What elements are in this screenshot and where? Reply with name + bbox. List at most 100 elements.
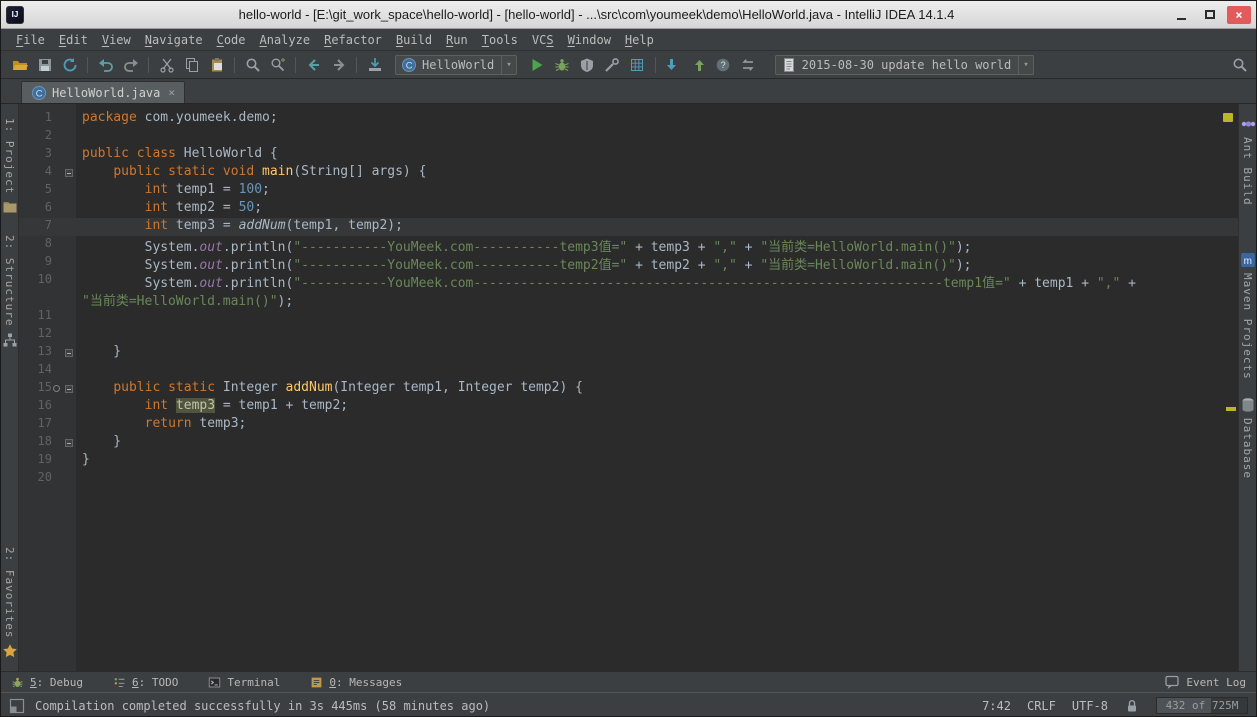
- code-line[interactable]: 2: [19, 128, 1238, 146]
- gutter-mark-column[interactable]: [52, 470, 63, 488]
- highlighting-level-icon[interactable]: [1124, 698, 1140, 714]
- line-number[interactable]: [19, 290, 52, 308]
- code-line[interactable]: 9 System.out.println("-----------YouMeek…: [19, 254, 1238, 272]
- fold-column[interactable]: [63, 254, 76, 272]
- coverage-data-button[interactable]: [625, 54, 650, 76]
- line-number[interactable]: 4: [19, 164, 52, 182]
- memory-indicator[interactable]: 432 of 725M: [1156, 697, 1248, 714]
- fold-column[interactable]: [63, 218, 76, 236]
- sidebar-item-maven-projects[interactable]: mMaven Projects: [1240, 252, 1256, 380]
- code-line[interactable]: 11: [19, 308, 1238, 326]
- line-number[interactable]: 17: [19, 416, 52, 434]
- editor[interactable]: 1package com.youmeek.demo;23public class…: [19, 104, 1238, 671]
- gutter-mark-column[interactable]: [52, 416, 63, 434]
- fold-column[interactable]: [63, 470, 76, 488]
- inspection-indicator-icon[interactable]: [1223, 113, 1233, 122]
- event-log-button[interactable]: Event Log: [1164, 674, 1246, 690]
- gutter-mark-column[interactable]: [52, 326, 63, 344]
- menu-vcs[interactable]: VCS: [525, 31, 561, 49]
- menu-build[interactable]: Build: [389, 31, 439, 49]
- code-line[interactable]: 4 public static void main(String[] args)…: [19, 164, 1238, 182]
- fold-column[interactable]: [63, 416, 76, 434]
- menu-refactor[interactable]: Refactor: [317, 31, 389, 49]
- line-number[interactable]: 2: [19, 128, 52, 146]
- cut-button[interactable]: [154, 54, 179, 76]
- line-number[interactable]: 14: [19, 362, 52, 380]
- vcs-message-widget[interactable]: 2015-08-30 update hello world▾: [775, 55, 1034, 75]
- line-number[interactable]: 16: [19, 398, 52, 416]
- gutter-mark-column[interactable]: [52, 434, 63, 452]
- error-stripe-mark[interactable]: [1226, 407, 1236, 411]
- menu-analyze[interactable]: Analyze: [253, 31, 318, 49]
- coverage-button[interactable]: [575, 54, 600, 76]
- fold-column[interactable]: [63, 164, 76, 182]
- code-line[interactable]: 7 int temp3 = addNum(temp1, temp2);: [19, 218, 1238, 236]
- gutter-mark-column[interactable]: [52, 236, 63, 254]
- fold-column[interactable]: [63, 326, 76, 344]
- code-line[interactable]: 20: [19, 470, 1238, 488]
- sync-button[interactable]: [736, 54, 761, 76]
- sidebar-item-project[interactable]: 1: Project: [2, 118, 18, 215]
- toolwindow-todo[interactable]: 6: TODO: [113, 676, 178, 689]
- line-number[interactable]: 8: [19, 236, 52, 254]
- menu-view[interactable]: View: [95, 31, 138, 49]
- menu-file[interactable]: File: [9, 31, 52, 49]
- code-line[interactable]: 10 System.out.println("-----------YouMee…: [19, 272, 1238, 290]
- line-number[interactable]: 9: [19, 254, 52, 272]
- tab-close-icon[interactable]: ×: [168, 86, 175, 99]
- line-number[interactable]: 13: [19, 344, 52, 362]
- code-line[interactable]: "当前类=HelloWorld.main()");: [19, 290, 1238, 308]
- line-number[interactable]: 10: [19, 272, 52, 290]
- gutter-mark-column[interactable]: [52, 200, 63, 218]
- gutter-mark-column[interactable]: [52, 308, 63, 326]
- gutter-mark-column[interactable]: [52, 344, 63, 362]
- toolwindow-messages[interactable]: 0: Messages: [310, 676, 402, 689]
- line-number[interactable]: 1: [19, 110, 52, 128]
- fold-column[interactable]: [63, 128, 76, 146]
- update-project-button[interactable]: [661, 54, 686, 76]
- code-line[interactable]: 16 int temp3 = temp1 + temp2;: [19, 398, 1238, 416]
- help-button[interactable]: ?: [711, 54, 736, 76]
- code-line[interactable]: 6 int temp2 = 50;: [19, 200, 1238, 218]
- maximize-button[interactable]: [1198, 6, 1222, 24]
- line-separator-widget[interactable]: CRLF: [1027, 699, 1056, 713]
- line-number[interactable]: 7: [19, 218, 52, 236]
- caret-position-widget[interactable]: 7:42: [982, 699, 1011, 713]
- menu-code[interactable]: Code: [210, 31, 253, 49]
- gutter-mark-column[interactable]: [52, 128, 63, 146]
- gutter-mark-column[interactable]: [52, 452, 63, 470]
- minimize-button[interactable]: [1169, 6, 1193, 24]
- gutter-mark-column[interactable]: [52, 182, 63, 200]
- fold-column[interactable]: [63, 452, 76, 470]
- find-button[interactable]: [240, 54, 265, 76]
- replace-button[interactable]: [265, 54, 290, 76]
- menu-help[interactable]: Help: [618, 31, 661, 49]
- fold-column[interactable]: [63, 290, 76, 308]
- code-line[interactable]: 15 public static Integer addNum(Integer …: [19, 380, 1238, 398]
- fold-column[interactable]: [63, 200, 76, 218]
- line-number[interactable]: 5: [19, 182, 52, 200]
- line-number[interactable]: 19: [19, 452, 52, 470]
- copy-button[interactable]: [179, 54, 204, 76]
- menu-navigate[interactable]: Navigate: [138, 31, 210, 49]
- gutter-mark-column[interactable]: [52, 254, 63, 272]
- open-button[interactable]: [7, 54, 32, 76]
- sidebar-item-database[interactable]: Database: [1240, 397, 1256, 479]
- fold-column[interactable]: [63, 380, 76, 398]
- toolwindow-debug[interactable]: 5: Debug: [11, 676, 83, 689]
- menu-tools[interactable]: Tools: [475, 31, 525, 49]
- forward-button[interactable]: [326, 54, 351, 76]
- code-line[interactable]: 12: [19, 326, 1238, 344]
- line-number[interactable]: 15: [19, 380, 52, 398]
- close-button[interactable]: ×: [1227, 6, 1251, 24]
- code-area[interactable]: 1package com.youmeek.demo;23public class…: [19, 110, 1238, 488]
- sidebar-item-structure[interactable]: 2: Structure: [2, 235, 18, 347]
- save-all-button[interactable]: [32, 54, 57, 76]
- gutter-mark-column[interactable]: [52, 164, 63, 182]
- menu-window[interactable]: Window: [561, 31, 618, 49]
- toolwindow-terminal[interactable]: Terminal: [208, 676, 280, 689]
- edit-config-button[interactable]: [600, 54, 625, 76]
- commit-changes-button[interactable]: [686, 54, 711, 76]
- run-config-selector[interactable]: CHelloWorld▾: [395, 55, 517, 75]
- make-project-button[interactable]: [362, 54, 387, 76]
